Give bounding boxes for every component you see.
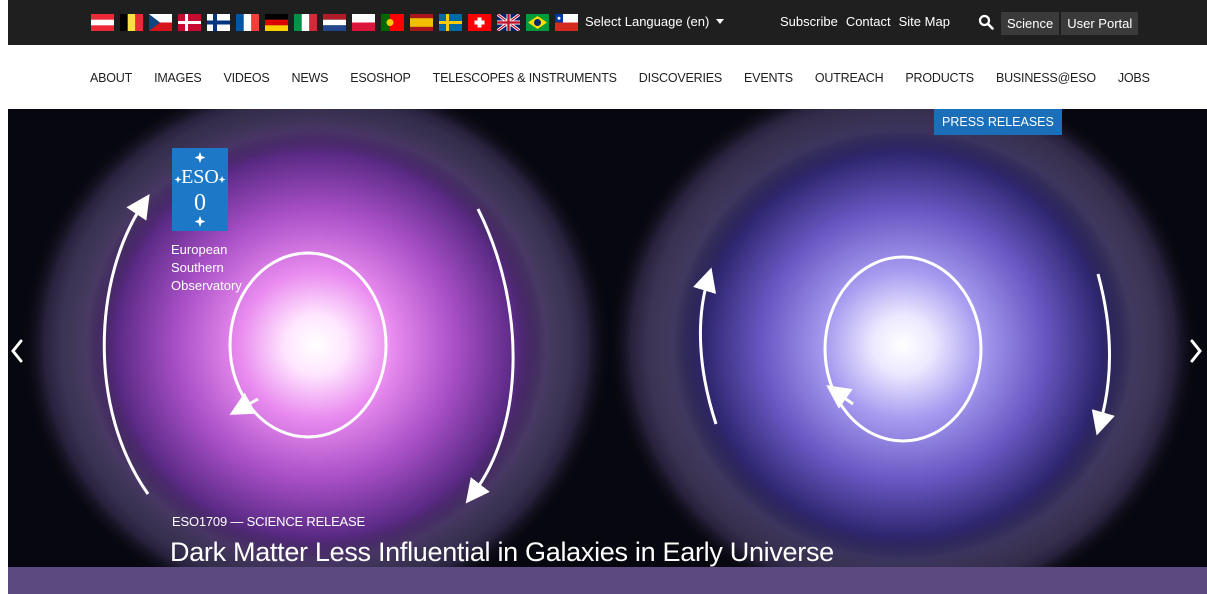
flag-pt-icon[interactable] bbox=[381, 14, 404, 31]
chevron-right-icon[interactable] bbox=[1187, 337, 1205, 365]
search-icon[interactable] bbox=[978, 14, 994, 30]
flag-ch-icon[interactable] bbox=[468, 14, 491, 31]
subscribe-link[interactable]: Subscribe bbox=[780, 14, 838, 29]
flag-fr-icon[interactable] bbox=[236, 14, 259, 31]
caption-band bbox=[8, 567, 1207, 594]
flag-nl-icon[interactable] bbox=[323, 14, 346, 31]
flag-de-icon[interactable] bbox=[265, 14, 288, 31]
flag-fi-icon[interactable] bbox=[207, 14, 230, 31]
caret-down-icon bbox=[716, 19, 725, 24]
release-code: ESO1709 — SCIENCE RELEASE bbox=[172, 514, 365, 529]
language-selector[interactable]: Select Language (en) bbox=[585, 14, 725, 29]
eso-line-3: Observatory bbox=[171, 278, 242, 293]
hero-title[interactable]: Dark Matter Less Influential in Galaxies… bbox=[170, 537, 834, 568]
flag-br-icon[interactable] bbox=[526, 14, 549, 31]
flag-it-icon[interactable] bbox=[294, 14, 317, 31]
portal-buttons: Science User Portal bbox=[1001, 12, 1140, 35]
nav-item-products[interactable]: PRODUCTS bbox=[905, 71, 974, 85]
eso-emblem: ESO 0 bbox=[174, 152, 226, 227]
top-bar: Select Language (en) Subscribe Contact S… bbox=[8, 0, 1207, 45]
flag-cz-icon[interactable] bbox=[149, 14, 172, 31]
nav-item-business[interactable]: BUSINESS@ESO bbox=[996, 71, 1096, 85]
flag-at-icon[interactable] bbox=[91, 14, 114, 31]
nav-item-news[interactable]: NEWS bbox=[292, 71, 329, 85]
eso-logo[interactable]: ESO 0 bbox=[172, 148, 228, 231]
contact-link[interactable]: Contact bbox=[846, 14, 891, 29]
science-button[interactable]: Science bbox=[1001, 12, 1060, 35]
language-flags bbox=[91, 14, 584, 32]
main-navigation: ABOUT IMAGES VIDEOS NEWS ESOSHOP TELESCO… bbox=[8, 45, 1207, 109]
utility-links: Subscribe Contact Site Map bbox=[780, 14, 950, 29]
eso-wordmark: European Southern Observatory bbox=[171, 241, 261, 295]
chevron-left-icon[interactable] bbox=[8, 337, 26, 365]
language-label: Select Language (en) bbox=[585, 14, 710, 29]
nav-item-discoveries[interactable]: DISCOVERIES bbox=[639, 71, 722, 85]
flag-pl-icon[interactable] bbox=[352, 14, 375, 31]
flag-cl-icon[interactable] bbox=[555, 14, 578, 31]
site-map-link[interactable]: Site Map bbox=[899, 14, 950, 29]
nav-item-about[interactable]: ABOUT bbox=[90, 71, 132, 85]
flag-se-icon[interactable] bbox=[439, 14, 462, 31]
flag-be-icon[interactable] bbox=[120, 14, 143, 31]
eso-line-2: Southern bbox=[171, 260, 224, 275]
nav-item-events[interactable]: EVENTS bbox=[744, 71, 793, 85]
nav-item-jobs[interactable]: JOBS bbox=[1118, 71, 1150, 85]
nav-item-videos[interactable]: VIDEOS bbox=[223, 71, 269, 85]
press-releases-badge[interactable]: PRESS RELEASES bbox=[934, 109, 1062, 135]
flag-dk-icon[interactable] bbox=[178, 14, 201, 31]
user-portal-button[interactable]: User Portal bbox=[1061, 12, 1139, 35]
flag-uk-icon[interactable] bbox=[497, 14, 520, 31]
hero-slider[interactable]: PRESS RELEASES ESO 0 European Southern O… bbox=[8, 109, 1207, 594]
nav-item-images[interactable]: IMAGES bbox=[154, 71, 202, 85]
eso-lettering: ESO bbox=[181, 166, 219, 188]
eso-line-1: European bbox=[171, 242, 228, 257]
nav-item-esoshop[interactable]: ESOSHOP bbox=[350, 71, 411, 85]
nav-item-telescopes[interactable]: TELESCOPES & INSTRUMENTS bbox=[433, 71, 617, 85]
nav-item-outreach[interactable]: OUTREACH bbox=[815, 71, 884, 85]
svg-text:0: 0 bbox=[194, 190, 206, 216]
flag-es-icon[interactable] bbox=[410, 14, 433, 31]
